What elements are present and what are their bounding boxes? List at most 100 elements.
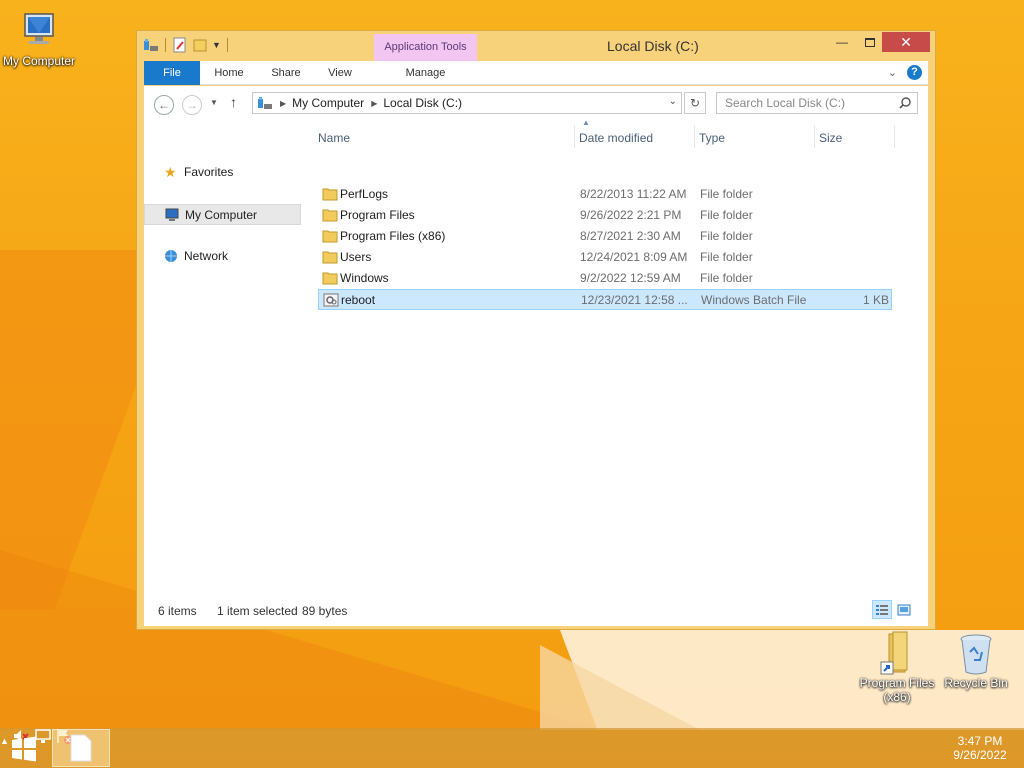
tab-view[interactable]: View <box>318 61 362 85</box>
search-icon <box>899 93 911 115</box>
file-type: File folder <box>700 229 753 243</box>
window-title: Local Disk (C:) <box>607 38 699 54</box>
nav-item-label: My Computer <box>185 208 258 222</box>
nav-item-label: Network <box>184 249 229 263</box>
file-name: Program Files (x86) <box>340 229 446 243</box>
network-icon <box>164 249 178 270</box>
maximize-button[interactable] <box>857 32 883 52</box>
ribbon-tabs: File Home Share View Manage ⌄ ? <box>144 61 928 85</box>
status-selection-size: 89 bytes <box>302 604 348 618</box>
large-icons-view-icon <box>897 604 911 615</box>
file-row[interactable]: Program Files 9/26/2022 2:21 PM File fol… <box>318 205 892 226</box>
column-header-date-modified[interactable]: Date modified <box>579 128 689 148</box>
clock-date: 9/26/2022 <box>953 748 1007 762</box>
taskbar: ▲ 3:47 PM 9/26/2022 <box>0 728 1024 768</box>
new-folder-icon[interactable] <box>192 37 208 53</box>
minimize-icon: — <box>836 35 848 49</box>
tab-file[interactable]: File <box>144 61 200 85</box>
file-type: File folder <box>700 250 753 264</box>
tab-share[interactable]: Share <box>262 61 310 85</box>
minimize-button[interactable]: — <box>829 32 855 52</box>
wallpaper-shape <box>540 645 700 730</box>
desktop-icon-label: Program Files (x86) <box>859 676 935 704</box>
desktop-icon-program-files-x86[interactable]: Program Files (x86) <box>858 630 936 704</box>
nav-item-network[interactable]: Network <box>144 246 301 267</box>
file-name: Windows <box>340 271 389 285</box>
navigation-bar: ← → ▼ ↑ ▶ My Computer ▶ Local Disk (C:) … <box>144 86 928 120</box>
file-date: 9/26/2022 2:21 PM <box>580 208 682 222</box>
customize-toolbar-icon[interactable]: ▼ <box>212 40 221 50</box>
column-divider[interactable] <box>694 126 695 148</box>
title-bar[interactable]: ▼ Application Tools Local Disk (C:) — ✕ <box>137 31 935 61</box>
breadcrumb-my-computer[interactable]: My Computer <box>292 96 364 110</box>
nav-item-label: Favorites <box>184 165 234 179</box>
file-row-selected[interactable]: reboot 12/23/2021 12:58 ... Windows Batc… <box>318 289 892 310</box>
status-item-count: 6 items <box>158 604 197 618</box>
close-button[interactable]: ✕ <box>882 32 930 52</box>
breadcrumb-separator-icon[interactable]: ▶ <box>371 99 377 108</box>
column-header-size[interactable]: Size <box>819 128 889 148</box>
column-header-name[interactable]: Name <box>318 128 568 148</box>
back-button[interactable]: ← <box>154 95 174 115</box>
nav-item-my-computer[interactable]: My Computer <box>144 204 301 225</box>
breadcrumb-local-disk[interactable]: Local Disk (C:) <box>383 96 462 110</box>
file-list: ▲ Name Date modified Type Size PerfLogs … <box>312 118 928 596</box>
help-icon[interactable]: ? <box>907 65 922 80</box>
desktop-icon-recycle-bin[interactable]: Recycle Bin <box>940 632 1012 690</box>
file-name: PerfLogs <box>340 187 389 201</box>
details-view-icon <box>876 604 888 615</box>
sort-indicator-icon: ▲ <box>582 118 590 127</box>
desktop-icon-my-computer[interactable]: My Computer <box>0 10 78 68</box>
toolbar-divider <box>165 38 166 52</box>
chevron-down-icon: ▼ <box>210 98 218 107</box>
recent-locations-button[interactable]: ▼ <box>210 98 218 107</box>
forward-button[interactable]: → <box>182 95 202 115</box>
nav-item-favorites[interactable]: ★ Favorites <box>144 162 301 183</box>
tab-manage[interactable]: Manage <box>374 61 477 85</box>
large-icons-view-button[interactable] <box>894 600 914 619</box>
arrow-left-icon: ← <box>158 98 170 112</box>
file-size: 1 KB <box>862 293 889 307</box>
drive-icon[interactable] <box>143 37 159 53</box>
column-divider[interactable] <box>894 126 895 148</box>
file-type: Windows Batch File <box>701 293 807 307</box>
application-tools-tab-group: Application Tools <box>374 34 477 61</box>
start-button[interactable] <box>10 736 38 762</box>
show-hidden-icons-icon[interactable]: ▲ <box>0 736 9 746</box>
clock-time: 3:47 PM <box>957 734 1003 748</box>
taskbar-item-file-explorer[interactable] <box>52 729 110 767</box>
file-type: File folder <box>700 187 753 201</box>
address-bar[interactable]: ▶ My Computer ▶ Local Disk (C:) ⌄ <box>252 92 682 114</box>
computer-icon <box>24 13 54 44</box>
status-bar: 6 items 1 item selected 89 bytes <box>144 596 928 626</box>
refresh-icon: ↻ <box>689 96 701 110</box>
chevron-down-icon[interactable]: ⌄ <box>669 96 677 107</box>
star-icon: ★ <box>164 164 177 180</box>
file-row[interactable]: PerfLogs 8/22/2013 11:22 AM File folder <box>318 184 892 205</box>
column-divider[interactable] <box>814 126 815 148</box>
refresh-button[interactable]: ↻ <box>684 92 706 114</box>
system-clock[interactable]: 3:47 PM 9/26/2022 <box>950 734 1010 762</box>
maximize-icon <box>865 38 875 48</box>
column-divider[interactable] <box>574 126 575 148</box>
column-header-type[interactable]: Type <box>699 128 809 148</box>
quick-access-toolbar: ▼ <box>143 37 230 53</box>
file-row[interactable]: Program Files (x86) 8/27/2021 2:30 AM Fi… <box>318 226 892 247</box>
expand-ribbon-icon[interactable]: ⌄ <box>888 66 897 79</box>
close-icon: ✕ <box>900 34 912 50</box>
ribbon-controls: ⌄ ? <box>888 65 922 80</box>
up-button[interactable]: ↑ <box>230 94 237 110</box>
file-type: File folder <box>700 208 753 222</box>
details-view-button[interactable] <box>872 600 892 619</box>
properties-icon[interactable] <box>172 37 188 53</box>
toolbar-divider <box>226 38 228 52</box>
tab-home[interactable]: Home <box>206 61 252 85</box>
file-date: 12/24/2021 8:09 AM <box>580 250 688 264</box>
arrow-up-icon: ↑ <box>230 94 237 110</box>
search-input[interactable]: Search Local Disk (C:) <box>716 92 918 114</box>
desktop-icon-label: My Computer <box>2 54 76 68</box>
file-row[interactable]: Users 12/24/2021 8:09 AM File folder <box>318 247 892 268</box>
desktop-icon-label: Recycle Bin <box>944 676 1008 690</box>
file-row[interactable]: Windows 9/2/2022 12:59 AM File folder <box>318 268 892 289</box>
breadcrumb-separator-icon[interactable]: ▶ <box>280 99 286 108</box>
